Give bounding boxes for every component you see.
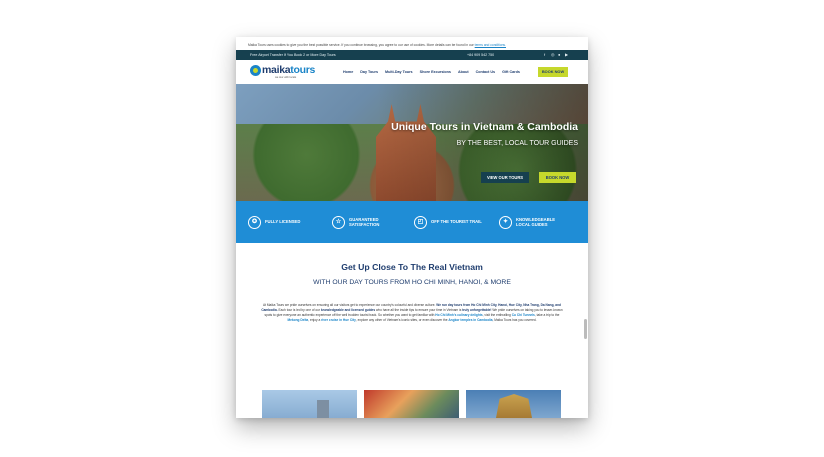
phone-number[interactable]: +84 909 542 750 [467,50,494,60]
browser-page: Maika Tours uses cookies to give you the… [236,37,588,418]
logo-wordmark: maikatours [262,64,315,76]
nav-item-day-tours[interactable]: Day Tours [360,70,378,74]
lightbulb-icon: ✦ [499,215,512,229]
intro-text: , Maika Tours has you covered. [492,318,537,322]
nav-item-home[interactable]: Home [343,70,353,74]
hue-cruise-link[interactable]: river cruise in Hue City [321,318,356,322]
section-heading: Get Up Close To The Real Vietnam [341,262,483,272]
nav-item-about[interactable]: About [458,70,469,74]
tripadvisor-icon[interactable]: ● [558,53,562,57]
culinary-link[interactable]: Ho Chi Minh's culinary delights [435,313,482,317]
mekong-link[interactable]: Mekong Delta [287,318,308,322]
feature-label: GUARANTEED SATISFACTION [349,216,380,227]
youtube-icon[interactable]: ▶ [565,53,569,57]
facebook-icon[interactable]: f [544,53,548,57]
angkor-link[interactable]: Angkor temples in Cambodia [448,318,492,322]
intro-text: , take a trip to the [534,313,560,317]
terms-link[interactable]: terms and conditions. [475,43,506,47]
intro-paragraph: At Maika Tours we pride ourselves on ens… [261,303,563,323]
feature-item: ✪ FULLY LICENSED [248,201,300,243]
top-bar: Free Airport Transfer If You Book 2 or M… [236,50,588,60]
logo-mark-icon [250,65,261,76]
feature-label: OFF THE TOURIST TRAIL [431,219,482,225]
logo-text-2: tours [290,64,316,76]
feature-item: ◰ OFF THE TOURIST TRAIL [414,201,482,243]
feature-label: KNOWLEDGEABLE LOCAL GUIDES [516,216,556,227]
view-tours-button[interactable]: VIEW OUR TOURS [481,172,529,183]
intro-text: Each tour is led by one of our [278,308,321,312]
cu-chi-link[interactable]: Cu Chi Tunnels [512,313,535,317]
nav-book-now-button[interactable]: BOOK NOW [538,67,568,77]
scrollbar[interactable] [584,319,587,339]
section-subheading: WITH OUR DAY TOURS FROM HO CHI MINH, HAN… [313,279,511,286]
social-links: f ◎ ● ▶ [544,50,569,57]
instagram-icon[interactable]: ◎ [551,53,555,57]
map-icon: ◰ [414,215,427,229]
intro-text: , enjoy a [308,318,321,322]
logo-tagline: we tour with locals [275,76,297,79]
logo-text-1: maika [262,64,291,76]
intro-section: Get Up Close To The Real Vietnam WITH OU… [236,243,588,418]
intro-text: who have all the inside tips to ensure y… [376,308,462,312]
hero-title: Unique Tours in Vietnam & Cambodia [391,121,578,133]
feature-label: FULLY LICENSED [265,219,301,225]
nav-item-contact-us[interactable]: Contact Us [476,70,495,74]
hero-book-now-button[interactable]: BOOK NOW [539,172,576,183]
features-bar: ✪ FULLY LICENSED ☆ GUARANTEED SATISFACTI… [236,201,588,243]
cookie-text: Maika Tours uses cookies to give you the… [248,43,474,47]
feature-item: ☆ GUARANTEED SATISFACTION [332,201,397,243]
hero-subtitle: BY THE BEST, LOCAL TOUR GUIDES [456,140,578,147]
intro-text: , visit the enthralling [482,313,511,317]
cookie-notice: Maika Tours uses cookies to give you the… [236,40,588,50]
award-icon: ✪ [248,215,261,229]
tour-image-city[interactable] [262,390,357,418]
tour-image-market[interactable] [364,390,459,418]
promo-text: Free Airport Transfer If You Book 2 or M… [250,53,336,57]
nav-menu: Home Day Tours Multi-Day Tours Shore Exc… [343,60,520,84]
intro-text-bold: knowledgeable and licensed guides [320,308,376,312]
intro-text-bold: truly unforgettable! [462,308,492,312]
nav-item-multi-day-tours[interactable]: Multi-Day Tours [385,70,413,74]
intro-text: At Maika Tours we pride ourselves on ens… [263,303,436,307]
hero-banner: Unique Tours in Vietnam & Cambodia BY TH… [236,84,588,201]
star-icon: ☆ [332,215,345,229]
main-nav: maikatours we tour with locals Home Day … [236,60,588,84]
intro-text: , explore any other of Vietnam's iconic … [355,318,448,322]
nav-item-gift-cards[interactable]: Gift Cards [502,70,520,74]
tour-image-temple[interactable] [466,390,561,418]
nav-item-shore-excursions[interactable]: Shore Excursions [420,70,451,74]
feature-item: ✦ KNOWLEDGEABLE LOCAL GUIDES [499,201,564,243]
